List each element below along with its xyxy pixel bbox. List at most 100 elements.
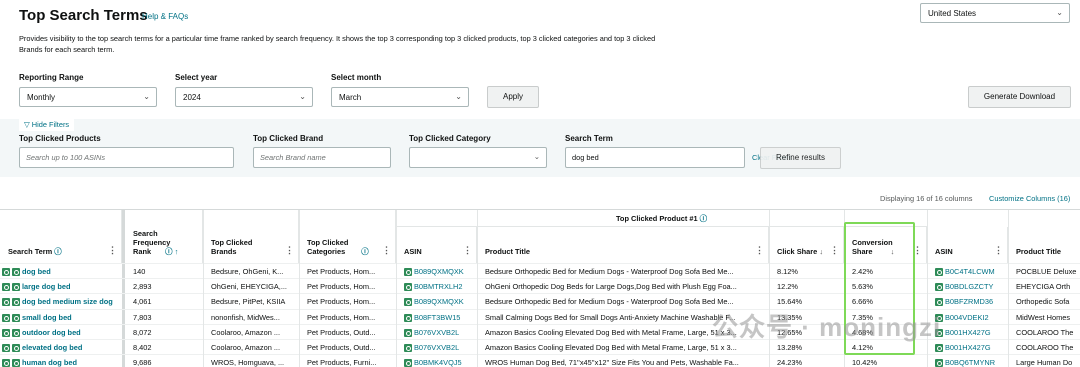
chevron-down-icon: ⌄ <box>299 92 306 101</box>
select-month-select[interactable]: March ⌄ <box>331 87 469 107</box>
cell-text: B076VXVB2L <box>414 343 460 352</box>
magnifier-icon[interactable] <box>12 268 20 277</box>
asin-search-input[interactable]: Search up to 100 ASINs <box>19 147 234 168</box>
hide-filters-toggle[interactable]: ▽ Hide Filters <box>19 119 75 131</box>
magnifier-icon[interactable] <box>2 268 10 277</box>
column-menu-icon[interactable]: ⋮ <box>830 245 839 256</box>
help-link[interactable]: Help & FAQs <box>142 12 188 21</box>
search-term-input[interactable]: dog bed <box>565 147 745 168</box>
magnifier-icon[interactable] <box>12 344 20 353</box>
column-separator <box>1008 210 1009 367</box>
magnifier-icon[interactable] <box>404 313 412 322</box>
col-brands-line1: Top Clicked <box>211 238 253 247</box>
select-year-select[interactable]: 2024 ⌄ <box>175 87 313 107</box>
customize-columns-link[interactable]: Customize Columns (16) <box>989 194 1070 203</box>
cell-asin[interactable]: B0BMTRXLH2 <box>396 279 477 294</box>
cell-cats: Pet Products, Hom... <box>299 310 396 325</box>
magnifier-icon[interactable] <box>2 313 10 322</box>
cell-term[interactable]: human dog bed <box>0 355 122 367</box>
column-menu-icon[interactable]: ⋮ <box>108 245 117 256</box>
magnifier-icon[interactable] <box>2 283 10 292</box>
column-menu-icon[interactable]: ⋮ <box>285 245 294 256</box>
column-separator <box>477 210 478 367</box>
column-separator <box>203 210 204 367</box>
cell-text: Pet Products, Outd... <box>307 327 376 337</box>
refine-results-button[interactable]: Refine results <box>760 147 841 169</box>
col-top-clicked-brands[interactable]: Top Clicked Brands ⋮ <box>203 210 299 263</box>
apply-button[interactable]: Apply <box>487 86 539 108</box>
cell-term[interactable]: dog bed <box>0 264 122 279</box>
category-select[interactable]: ⌄ <box>409 147 547 168</box>
magnifier-icon[interactable] <box>935 359 943 367</box>
magnifier-icon[interactable] <box>12 359 20 367</box>
cell-title2: COOLAROO The <box>1008 325 1080 340</box>
magnifier-icon[interactable] <box>935 283 943 292</box>
magnifier-icon[interactable] <box>404 268 412 277</box>
cell-asin[interactable]: B076VXVB2L <box>396 325 477 340</box>
column-menu-icon[interactable]: ⋮ <box>463 245 472 256</box>
cell-asin2[interactable]: B0BDLGZCTY <box>927 279 1008 294</box>
cell-text: POCBLUE Deluxe <box>1016 267 1077 276</box>
cell-text: Coolaroo, Amazon ... <box>211 343 281 352</box>
cell-asin[interactable]: B0BMK4VQJ5 <box>396 355 477 367</box>
cell-rank: 4,061 <box>125 294 203 309</box>
cell-text: 10.42% <box>852 358 878 367</box>
col-click-share[interactable]: Click Share ↓ ⋮ <box>769 227 844 263</box>
cell-text: B001HX427G <box>945 327 991 337</box>
magnifier-icon[interactable] <box>404 298 412 307</box>
cell-text: Orthopedic Sofa <box>1016 297 1070 307</box>
cell-brands: Coolaroo, Amazon ... <box>203 340 299 355</box>
generate-download-button[interactable]: Generate Download <box>968 86 1071 108</box>
sort-down-icon[interactable]: ↓ <box>819 247 823 256</box>
magnifier-icon[interactable] <box>404 344 412 353</box>
magnifier-icon[interactable] <box>935 344 943 353</box>
col-product-title[interactable]: Product Title ⋮ <box>477 227 769 263</box>
cell-title2: MidWest Homes <box>1008 310 1080 325</box>
magnifier-icon[interactable] <box>404 328 412 337</box>
cell-text: B089QXMQXK <box>414 267 464 276</box>
magnifier-icon[interactable] <box>2 328 10 337</box>
chevron-down-icon: ⌄ <box>143 92 150 101</box>
column-menu-icon[interactable]: ⋮ <box>382 245 391 256</box>
magnifier-icon[interactable] <box>12 313 20 322</box>
magnifier-icon[interactable] <box>12 298 20 307</box>
col-asin-2[interactable]: ASIN ⋮ <box>927 227 1008 263</box>
cell-term[interactable]: large dog bed <box>0 279 122 294</box>
magnifier-icon[interactable] <box>404 359 412 367</box>
cell-text: 9,686 <box>133 358 152 367</box>
cell-rank: 8,402 <box>125 340 203 355</box>
magnifier-icon[interactable] <box>935 298 943 307</box>
col-asin[interactable]: ASIN ⋮ <box>396 227 477 263</box>
table-row: human dog bed 9,686 WROS, Homguava, ... Pet… <box>0 354 1080 367</box>
cell-term[interactable]: small dog bed <box>0 310 122 325</box>
cell-term[interactable]: outdoor dog bed <box>0 325 122 340</box>
col-search-term[interactable]: Search Term ⓘ ⋮ <box>0 210 122 263</box>
magnifier-icon[interactable] <box>12 328 20 337</box>
cell-term[interactable]: elevated dog bed <box>0 340 122 355</box>
magnifier-icon[interactable] <box>2 359 10 367</box>
cell-asin2[interactable]: B0C4T4LCWM <box>927 264 1008 279</box>
chevron-down-icon: ⌄ <box>1056 8 1063 17</box>
cell-asin[interactable]: B076VXVB2L <box>396 340 477 355</box>
col-top-clicked-categories[interactable]: Top Clicked Categories ⓘ ⋮ <box>299 210 396 263</box>
magnifier-icon[interactable] <box>2 298 10 307</box>
cell-text: nononfish, MidWes... <box>211 312 280 322</box>
reporting-range-select[interactable]: Monthly ⌄ <box>19 87 157 107</box>
col-search-frequency-rank[interactable]: Search Frequency Rank ⓘ ↑ <box>125 210 203 263</box>
cell-text: 8.12% <box>777 267 798 276</box>
cell-asin[interactable]: B089QXMQXK <box>396 264 477 279</box>
cell-asin[interactable]: B089QXMQXK <box>396 294 477 309</box>
magnifier-icon[interactable] <box>2 344 10 353</box>
magnifier-icon[interactable] <box>12 283 20 292</box>
magnifier-icon[interactable] <box>404 283 412 292</box>
cell-asin[interactable]: B08FT3BW15 <box>396 310 477 325</box>
brand-search-input[interactable]: Search Brand name <box>253 147 391 168</box>
magnifier-icon[interactable] <box>935 268 943 277</box>
cell-term[interactable]: dog bed medium size dog <box>0 294 122 309</box>
col-product-title-2[interactable]: Product Title <box>1008 227 1080 263</box>
column-menu-icon[interactable]: ⋮ <box>994 245 1003 256</box>
column-menu-icon[interactable]: ⋮ <box>755 245 764 256</box>
sort-up-icon[interactable]: ↑ <box>175 247 179 256</box>
country-select[interactable]: United States ⌄ <box>920 3 1070 23</box>
cell-asin2[interactable]: B0BQ6TMYNR <box>927 355 1008 367</box>
